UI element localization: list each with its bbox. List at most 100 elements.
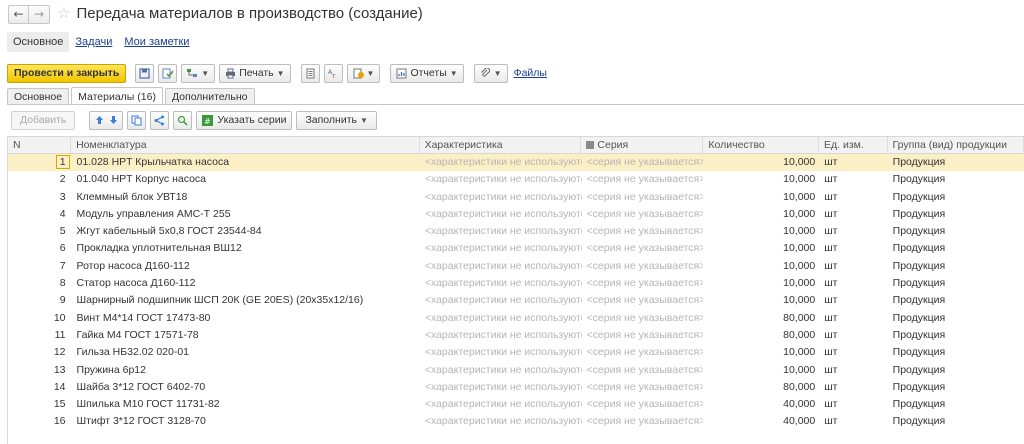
cell-name[interactable]: Жгут кабельный 5х0,8 ГОСТ 23544-84 [72,223,420,240]
cell-characteristic[interactable]: <характеристики не используются> [420,171,582,188]
cell-name[interactable]: Модуль управления АМС-Т 255 [72,206,420,223]
table-row[interactable]: 11 Гайка М4 ГОСТ 17571-78 <характеристики … [8,327,1024,344]
move-row-buttons[interactable] [89,110,124,130]
cell-n[interactable]: 7 [8,258,72,275]
print-button[interactable]: Печать ▼ [219,63,291,83]
table-row[interactable]: 16 Штифт 3*12 ГОСТ 3128-70 <характеристики… [8,413,1024,430]
header-name[interactable]: Номенклатура [71,137,420,154]
cell-qty[interactable]: 10,000 [703,223,819,240]
cell-qty[interactable]: 40,000 [703,396,819,413]
cell-n[interactable]: 4 [8,206,72,223]
cell-series[interactable]: <серия не указывается> [582,171,704,188]
cell-name[interactable]: 01.040 HPT Корпус насоса [72,171,420,188]
cell-group[interactable]: Продукция [888,223,1024,240]
cell-unit[interactable]: шт [819,258,887,275]
cell-characteristic[interactable]: <характеристики не используются> [420,310,582,327]
cell-n[interactable]: 1 [8,154,72,171]
tab-materials[interactable]: Материалы (16) [71,87,163,105]
table-row[interactable]: 1 01.028 HPT Крыльчатка насоса <характерис… [8,154,1024,172]
section-tasks[interactable]: Задачи [69,32,118,52]
table-row[interactable]: 10 Винт М4*14 ГОСТ 17473-80 <характеристик… [8,310,1024,327]
cell-group[interactable]: Продукция [888,379,1024,396]
cell-characteristic[interactable]: <характеристики не используются> [420,189,582,206]
back-arrow-icon[interactable]: ← [8,4,29,24]
cell-group[interactable]: Продукция [888,275,1024,292]
structure-dropdown-button[interactable]: ▼ [181,63,216,83]
cell-qty[interactable]: 10,000 [703,154,819,171]
edit-button[interactable]: Aт [323,63,343,83]
cell-unit[interactable]: шт [819,292,887,309]
cell-group[interactable]: Продукция [888,154,1024,171]
cell-series[interactable]: <серия не указывается> [582,240,704,257]
cell-name[interactable]: Гайка М4 ГОСТ 17571-78 [72,327,420,344]
specify-series-button[interactable]: # Указать серии [196,110,293,130]
cell-n[interactable]: 8 [8,275,72,292]
cell-series[interactable]: <серия не указывается> [582,362,704,379]
cell-group[interactable]: Продукция [888,362,1024,379]
cell-group[interactable]: Продукция [888,189,1024,206]
cell-qty[interactable]: 80,000 [703,327,819,344]
header-n[interactable]: N [8,137,72,154]
cell-unit[interactable]: шт [819,413,887,430]
table-row[interactable]: 14 Шайба 3*12 ГОСТ 6402-70 <характеристики… [8,379,1024,396]
cell-group[interactable]: Продукция [888,344,1024,361]
add-row-button[interactable]: Добавить [11,110,76,130]
cell-n[interactable]: 16 [8,413,72,430]
cell-name[interactable]: Шайба 3*12 ГОСТ 6402-70 [72,379,420,396]
cell-n[interactable]: 15 [8,396,72,413]
cell-series[interactable]: <серия не указывается> [582,413,704,430]
reports-button[interactable]: Отчеты ▼ [390,63,464,83]
section-notes[interactable]: Мои заметки [118,32,195,52]
table-row[interactable]: 4 Модуль управления АМС-Т 255 <характерист… [8,206,1024,223]
cell-qty[interactable]: 10,000 [703,189,819,206]
search-button[interactable] [173,110,193,130]
table-row[interactable]: 12 Гильза НБ32.02 020-01 <характеристики н… [8,344,1024,361]
cell-n[interactable]: 11 [8,327,72,344]
save-button[interactable] [135,63,155,83]
cell-name[interactable]: Клеммный блок УВТ18 [72,189,420,206]
cell-characteristic[interactable]: <характеристики не используются> [420,379,582,396]
cell-name[interactable]: Пружина 6р12 [72,362,420,379]
cell-unit[interactable]: шт [819,379,887,396]
cell-series[interactable]: <серия не указывается> [582,396,704,413]
cell-unit[interactable]: шт [819,275,887,292]
copy-row-button[interactable] [127,110,147,130]
cell-n[interactable]: 6 [8,240,72,257]
table-row[interactable]: 2 01.040 HPT Корпус насоса <характеристики… [8,171,1024,188]
cell-characteristic[interactable]: <характеристики не используются> [420,223,582,240]
files-link[interactable]: Файлы [514,67,547,79]
table-row[interactable]: 7 Ротор насоса Д160-112 <характеристики не… [8,258,1024,275]
cell-characteristic[interactable]: <характеристики не используются> [420,327,582,344]
cell-n[interactable]: 9 [8,292,72,309]
cell-characteristic[interactable]: <характеристики не используются> [420,275,582,292]
cell-characteristic[interactable]: <характеристики не используются> [420,344,582,361]
cell-name[interactable]: Винт М4*14 ГОСТ 17473-80 [72,310,420,327]
cell-unit[interactable]: шт [819,362,887,379]
cell-series[interactable]: <серия не указывается> [582,206,704,223]
create-based-on-button[interactable]: ▼ [346,63,381,83]
cell-name[interactable]: Шпилька М10 ГОСТ 11731-82 [72,396,420,413]
cell-series[interactable]: <серия не указывается> [582,379,704,396]
cell-unit[interactable]: шт [819,223,887,240]
cell-n[interactable]: 2 [8,171,72,188]
cell-group[interactable]: Продукция [888,292,1024,309]
cell-qty[interactable]: 10,000 [703,206,819,223]
cell-group[interactable]: Продукция [888,396,1024,413]
cell-name[interactable]: Штифт 3*12 ГОСТ 3128-70 [72,413,420,430]
header-characteristic[interactable]: Характеристика [420,137,582,154]
cell-unit[interactable]: шт [819,206,887,223]
cell-group[interactable]: Продукция [888,327,1024,344]
table-row[interactable]: 13 Пружина 6р12 <характеристики не использ… [8,362,1024,379]
cell-series[interactable]: <серия не указывается> [582,223,704,240]
cell-characteristic[interactable]: <характеристики не используются> [420,362,582,379]
cell-group[interactable]: Продукция [888,171,1024,188]
post-and-close-button[interactable]: Провести и закрыть [7,63,127,83]
forward-arrow-icon[interactable]: → [29,4,50,24]
cell-unit[interactable]: шт [819,189,887,206]
header-group[interactable]: Группа (вид) продукции [888,137,1024,154]
cell-series[interactable]: <серия не указывается> [582,258,704,275]
cell-n[interactable]: 14 [8,379,72,396]
cell-qty[interactable]: 80,000 [703,310,819,327]
cell-characteristic[interactable]: <характеристики не используются> [420,413,582,430]
cell-unit[interactable]: шт [819,327,887,344]
